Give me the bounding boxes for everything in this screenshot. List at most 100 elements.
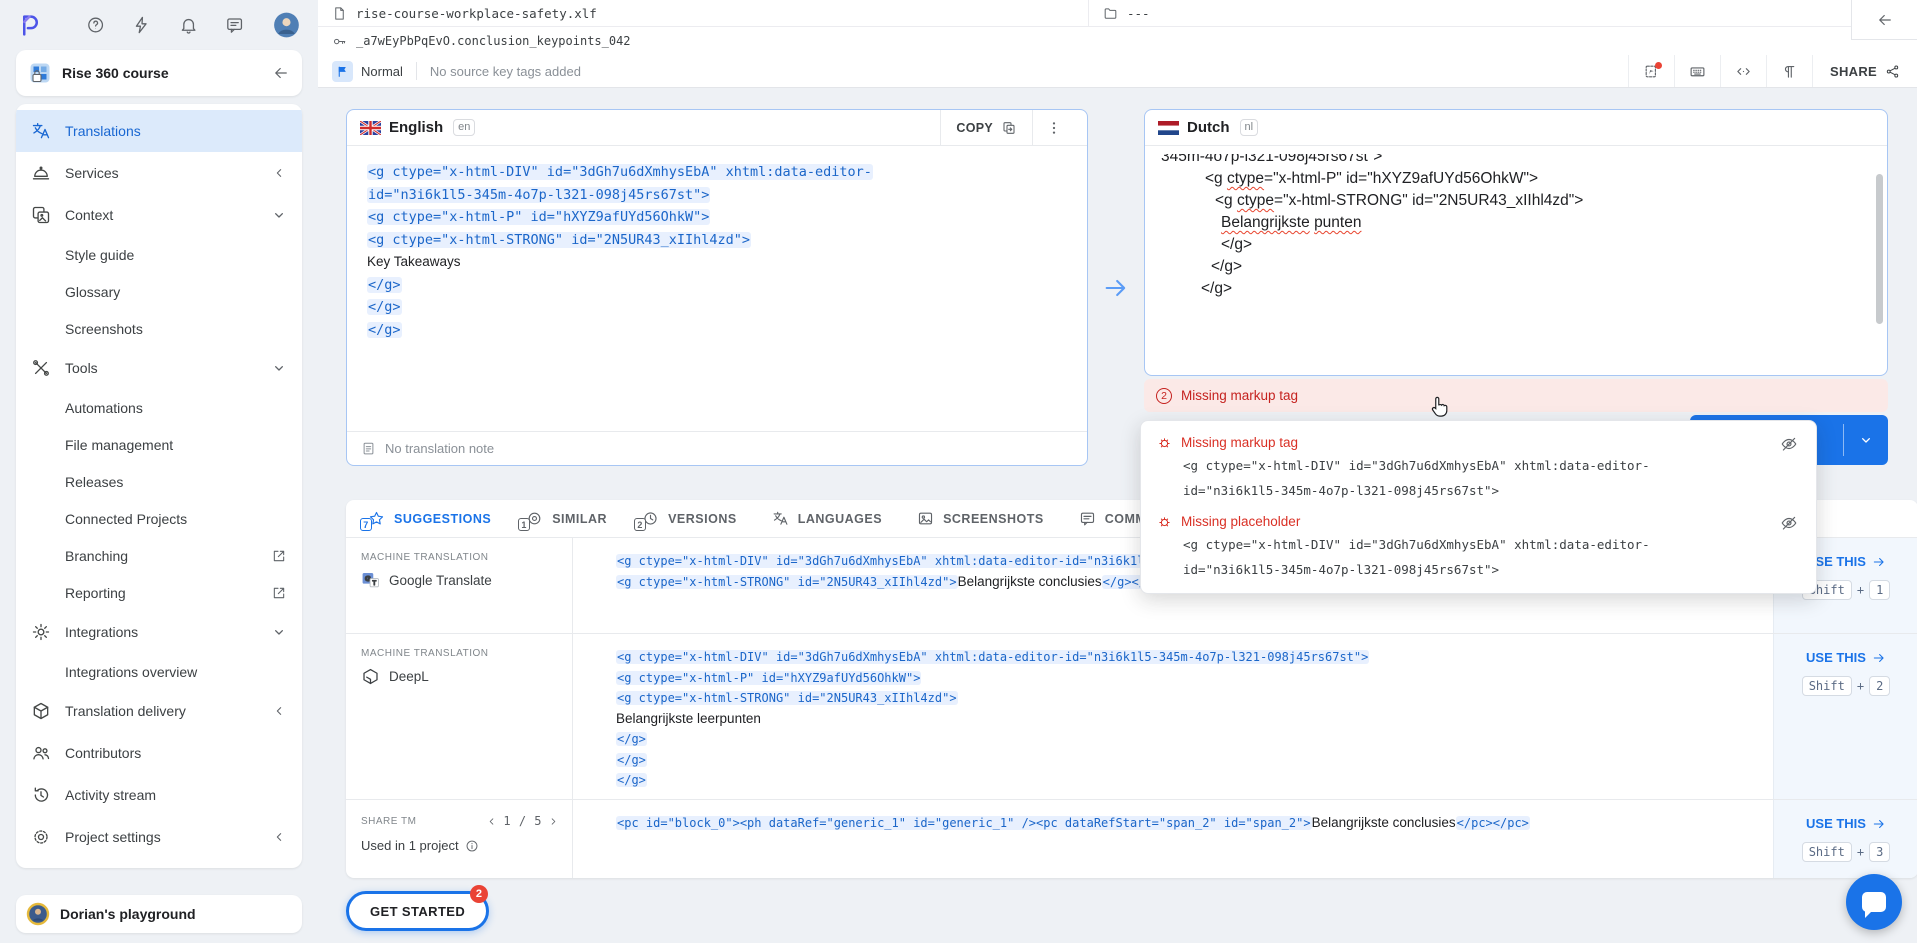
file-icon <box>332 6 347 21</box>
target-text-segment: 345m-4o7p-l321-098j45rs67st"> <box>1161 154 1382 165</box>
get-started-button[interactable]: GET STARTED 2 <box>346 891 489 931</box>
status-label[interactable]: Normal <box>361 64 403 79</box>
whats-new-icon[interactable] <box>132 15 151 35</box>
sidebar-item-translation-delivery[interactable]: Translation delivery <box>16 690 302 732</box>
sidebar-item-label: Project settings <box>65 829 257 845</box>
sidebar-item-glossary[interactable]: Glossary <box>16 273 302 310</box>
chevron-down-icon <box>271 360 287 376</box>
whitespace-button[interactable] <box>1766 55 1812 87</box>
back-button[interactable] <box>1851 0 1917 40</box>
folder-value[interactable]: --- <box>1127 6 1150 21</box>
shortcut-join: + <box>1857 845 1864 859</box>
share-button[interactable]: SHARE <box>1812 55 1917 87</box>
confirm-menu-button[interactable] <box>1844 415 1888 465</box>
key-icon <box>332 34 347 49</box>
integrations-icon <box>31 622 51 642</box>
target-line[interactable]: Belangrijkste punten <box>1161 212 1871 234</box>
sidebar-item-context[interactable]: Context <box>16 194 302 236</box>
target-line[interactable]: </g> <box>1161 234 1871 256</box>
xliff-tag: <g ctype="x-html-DIV" id="3dGh7u6dXmhysE… <box>616 650 1369 664</box>
chat-bubble-icon <box>1862 892 1886 912</box>
external-link-icon <box>271 548 287 564</box>
help-chat-fab[interactable] <box>1846 874 1902 930</box>
target-text-segment: <g <box>1215 192 1237 209</box>
sidebar-item-branching[interactable]: Branching <box>16 537 302 574</box>
source-menu-button[interactable] <box>1032 110 1074 145</box>
collapse-sidebar-icon[interactable] <box>272 64 290 82</box>
xliff-tag: <g ctype="x-html-P" id="hXYZ9afUYd56OhkW… <box>616 671 921 685</box>
sidebar-item-integrations-overview[interactable]: Integrations overview <box>16 653 302 690</box>
sidebar-item-releases[interactable]: Releases <box>16 463 302 500</box>
feedback-chat-icon[interactable] <box>225 15 244 35</box>
sidebar-item-contributors[interactable]: Contributors <box>16 732 302 774</box>
use-this-label: USE THIS <box>1806 650 1866 665</box>
sidebar-item-tools[interactable]: Tools <box>16 347 302 389</box>
sidebar-item-activity-stream[interactable]: Activity stream <box>16 774 302 816</box>
tab-suggestions[interactable]: 7SUGGESTIONS <box>368 510 491 527</box>
tm-pagination[interactable]: 1 / 5 <box>485 814 560 828</box>
copy-source-button[interactable]: COPY <box>940 110 1032 145</box>
notifications-bell-icon[interactable] <box>179 15 198 35</box>
netherlands-flag-icon <box>1158 121 1179 135</box>
translation-note-bar[interactable]: No translation note <box>347 431 1087 465</box>
source-header-actions: COPY <box>940 110 1074 145</box>
phrase-logo-icon[interactable] <box>18 12 43 38</box>
image-icon <box>917 510 934 527</box>
show-tags-button[interactable] <box>1720 55 1766 87</box>
tab-similar[interactable]: 1SIMILAR <box>526 510 607 527</box>
target-editor[interactable]: 345m-4o7p-l321-098j45rs67st"> <g ctype="x… <box>1145 146 1887 375</box>
sidebar-item-reporting[interactable]: Reporting <box>16 574 302 611</box>
target-line[interactable]: <g ctype="x-html-STRONG" id="2N5UR43_xII… <box>1161 190 1871 212</box>
tab-versions[interactable]: 2VERSIONS <box>642 510 737 527</box>
sidebar-item-project-settings[interactable]: Project settings <box>16 816 302 858</box>
file-name[interactable]: rise-course-workplace-safety.xlf <box>356 6 597 21</box>
target-line[interactable]: </g> <box>1161 278 1871 300</box>
user-avatar[interactable] <box>273 11 300 39</box>
flag-key-button[interactable] <box>1628 55 1674 87</box>
suggestion-line: <g ctype="x-html-P" id="hXYZ9afUYd56OhkW… <box>616 668 1763 689</box>
sidebar-item-automations[interactable]: Automations <box>16 389 302 426</box>
target-line[interactable]: </g> <box>1161 256 1871 278</box>
target-line[interactable]: 345m-4o7p-l321-098j45rs67st"> <box>1161 154 1871 168</box>
sidebar-item-style-guide[interactable]: Style guide <box>16 236 302 273</box>
use-this-button[interactable]: USE THIS <box>1806 816 1886 831</box>
account-switcher[interactable]: Dorian's playground <box>16 895 302 933</box>
qa-errors-popup: Missing markup tag<g ctype="x-html-DIV" … <box>1140 420 1817 594</box>
sidebar-item-connected-projects[interactable]: Connected Projects <box>16 500 302 537</box>
tab-languages[interactable]: LANGUAGES <box>772 510 882 527</box>
tab-screenshots[interactable]: SCREENSHOTS <box>917 510 1044 527</box>
key-name[interactable]: _a7wEyPbPqEvO.conclusion_keypoints_042 <box>356 34 631 48</box>
get-started-label: GET STARTED <box>370 904 465 919</box>
suggestion-row: MACHINE TRANSLATIONDeepL<g ctype="x-html… <box>346 634 1917 800</box>
chevron-down-icon <box>1858 432 1874 448</box>
similar-icon: 1 <box>526 510 543 527</box>
target-scrollbar[interactable] <box>1876 174 1883 324</box>
xliff-tag: </pc></pc> <box>1456 816 1530 830</box>
qa-error-bar[interactable]: 2 Missing markup tag <box>1144 379 1888 412</box>
help-icon[interactable] <box>86 15 105 35</box>
translate-icon <box>31 121 51 141</box>
sidebar-item-file-management[interactable]: File management <box>16 426 302 463</box>
info-icon <box>465 839 479 853</box>
use-this-button[interactable]: USE THIS <box>1806 650 1886 665</box>
copy-label: COPY <box>956 121 993 135</box>
xliff-tag: </g> <box>367 277 402 293</box>
ignore-error-eye-off-icon[interactable] <box>1780 435 1798 453</box>
sidebar-item-label: Releases <box>65 474 287 490</box>
keyboard-shortcuts-button[interactable] <box>1674 55 1720 87</box>
status-flag-chip[interactable] <box>332 61 353 82</box>
use-this-button[interactable]: USE THIS <box>1806 554 1886 569</box>
source-panel: English en COPY <g ctype="x-html-DIV" id… <box>346 109 1088 466</box>
qa-error-title: Missing markup tag <box>1181 435 1298 450</box>
sidebar-item-services[interactable]: Services <box>16 152 302 194</box>
sidebar-item-label: Automations <box>65 400 287 416</box>
sidebar-item-integrations[interactable]: Integrations <box>16 611 302 653</box>
target-line[interactable]: <g ctype="x-html-P" id="hXYZ9afUYd56OhkW… <box>1161 168 1871 190</box>
sidebar-item-screenshots[interactable]: Screenshots <box>16 310 302 347</box>
ignore-error-eye-off-icon[interactable] <box>1780 514 1798 532</box>
qa-error-header: Missing markup tag <box>1157 435 1800 450</box>
workspace-card[interactable]: Rise 360 course <box>16 50 302 96</box>
get-started-badge: 2 <box>470 885 488 903</box>
xliff-tag: </g> <box>616 753 647 767</box>
sidebar-item-translations[interactable]: Translations <box>16 110 302 152</box>
